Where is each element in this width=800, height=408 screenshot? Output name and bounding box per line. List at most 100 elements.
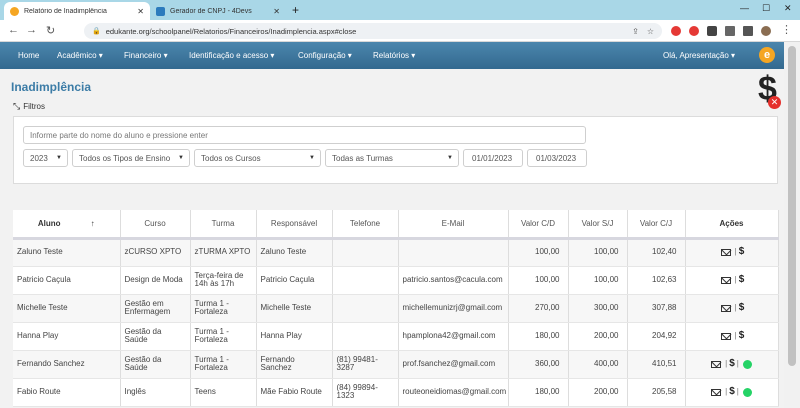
browser-menu-icon[interactable]: ⋮ [781,23,792,36]
close-icon[interactable]: ✕ [137,7,144,16]
cell-turma: Turma 1 - Fortaleza [190,294,257,323]
cell-cj: 205,58 [627,378,686,407]
date-to-value: 01/03/2023 [536,153,577,163]
cell-email: routeoneidiomas@gmail.com [398,378,509,407]
tab-title: Gerador de CNPJ - 4Devs [170,7,252,15]
ensino-select[interactable]: Todos os Tipos de Ensino ▼ [72,149,190,167]
4devs-favicon-icon [156,6,165,16]
cell-turma: Terça-feira de 14h às 17h [190,266,257,295]
forward-icon[interactable]: → [26,24,37,36]
cell-email: michellemunizrj@gmail.com [398,294,509,323]
browser-tab-active[interactable]: Relatório de Inadimplência ✕ [4,2,150,20]
email-icon[interactable] [711,360,722,368]
col-valor-cd[interactable]: Valor C/D [508,210,569,240]
col-telefone[interactable]: Telefone [332,210,399,240]
cell-responsavel: Michelle Teste [256,294,333,323]
col-valor-cj[interactable]: Valor C/J [627,210,686,240]
cell-responsavel: Hanna Play [256,322,333,351]
page-scrollbar[interactable] [784,42,800,408]
page-title: Inadimplência [11,80,92,94]
sort-up-icon[interactable]: ↑ [91,219,95,228]
share-icon[interactable]: ⇪ [632,27,639,36]
cell-actions: | $ [685,322,779,351]
cell-email: patricio.santos@cacula.com [398,266,509,295]
profile-avatar-icon[interactable] [761,26,771,36]
email-icon[interactable] [720,332,731,340]
cell-email [398,238,509,267]
date-to-input[interactable]: 01/03/2023 [527,149,587,167]
year-select[interactable]: 2023 ▼ [23,149,68,167]
new-tab-icon[interactable]: + [292,3,299,17]
year-value: 2023 [30,153,48,163]
table-row[interactable]: Fabio Route Inglês Teens Mãe Fabio Route (84… [13,378,779,407]
separator: | [736,386,739,396]
minimize-icon[interactable]: — [740,3,749,13]
scrollbar-thumb[interactable] [788,46,796,366]
nav-configuracao[interactable]: Configuração ▾ [298,51,352,60]
col-email[interactable]: E-Mail [398,210,509,240]
dollar-icon[interactable]: $ [739,330,745,341]
cell-telefone: (81) 99481-3287 [332,350,399,379]
table-row[interactable]: Michelle Teste Gestão em Enfermagem Turma … [13,294,779,323]
date-from-input[interactable]: 01/01/2023 [463,149,523,167]
table-row[interactable]: Patricio Caçula Design de Moda Terça-feira… [13,266,779,295]
col-responsavel[interactable]: Responsável [256,210,333,240]
extension-adblock-icon[interactable] [689,26,699,36]
dollar-icon[interactable]: $ [739,274,745,285]
cell-curso: Inglês [120,378,191,407]
extensions-puzzle-icon[interactable] [707,26,717,36]
cell-curso: Gestão da Saúde [120,350,191,379]
nav-relatorios[interactable]: Relatórios ▾ [373,51,415,60]
collapse-arrows-icon[interactable]: ⤡ [13,101,20,112]
col-turma[interactable]: Turma [190,210,257,240]
browser-tab-inactive[interactable]: Gerador de CNPJ - 4Devs ✕ [150,2,286,20]
cell-telefone [332,294,399,323]
extension-red-icon[interactable] [671,26,681,36]
col-aluno[interactable]: Aluno ↑ [13,210,121,240]
turmas-select[interactable]: Todas as Turmas ▼ [325,149,459,167]
email-icon[interactable] [720,249,731,256]
email-icon[interactable] [720,304,731,312]
cell-actions: | $ [685,266,779,295]
nav-home[interactable]: Home [18,51,39,60]
ensino-value: Todos os Tipos de Ensino [79,153,171,163]
whatsapp-icon[interactable] [742,359,752,369]
maximize-icon[interactable]: ☐ [762,3,770,14]
col-valor-sj[interactable]: Valor S/J [568,210,628,240]
chevron-down-icon: ▼ [178,155,184,161]
nav-financeiro[interactable]: Financeiro ▾ [124,51,168,60]
cell-aluno: Fabio Route [13,378,121,407]
filters-toggle[interactable]: ⤡ Filtros [13,101,45,112]
col-acoes: Ações [685,210,779,240]
student-search-input[interactable] [23,126,586,144]
dollar-icon[interactable]: $ [729,358,735,369]
side-panel-icon[interactable] [743,26,753,36]
cell-turma: Turma 1 - Fortaleza [190,322,257,351]
window-close-icon[interactable]: ✕ [784,3,792,14]
user-menu[interactable]: Olá, Apresentação ▾ [663,51,735,60]
url-text: edukante.org/schoolpanel/Relatorios/Fina… [105,26,357,36]
reading-list-icon[interactable] [725,26,735,36]
separator: | [725,358,728,368]
cursos-select[interactable]: Todos os Cursos ▼ [194,149,321,167]
email-icon[interactable] [711,388,722,396]
reload-icon[interactable]: ↻ [46,24,55,37]
chevron-down-icon: ▼ [56,155,62,161]
dollar-icon[interactable]: $ [739,302,745,313]
dollar-icon[interactable]: $ [739,246,745,258]
whatsapp-icon[interactable] [742,387,752,397]
email-icon[interactable] [720,276,731,284]
dollar-icon[interactable]: $ [729,386,735,397]
bookmark-star-icon[interactable]: ☆ [647,27,654,36]
nav-academico[interactable]: Acadêmico ▾ [57,51,103,60]
table-row[interactable]: Fernando Sanchez Gestão da Saúde Turma 1 -… [13,350,779,379]
cell-telefone: (84) 99894-1323 [332,378,399,407]
browser-toolbar: ← → ↻ 🔒 edukante.org/schoolpanel/Relator… [0,20,800,42]
nav-identificacao[interactable]: Identificação e acesso ▾ [189,51,274,60]
table-row[interactable]: Hanna Play Gestão da Saúde Turma 1 - Forta… [13,322,779,351]
table-row[interactable]: Zaluno Teste zCURSO XPTO zTURMA XPTO Zaluno… [13,238,779,267]
close-icon[interactable]: ✕ [273,7,280,16]
back-icon[interactable]: ← [8,24,19,36]
address-bar[interactable]: 🔒 edukante.org/schoolpanel/Relatorios/Fi… [84,23,662,39]
col-curso[interactable]: Curso [120,210,191,240]
